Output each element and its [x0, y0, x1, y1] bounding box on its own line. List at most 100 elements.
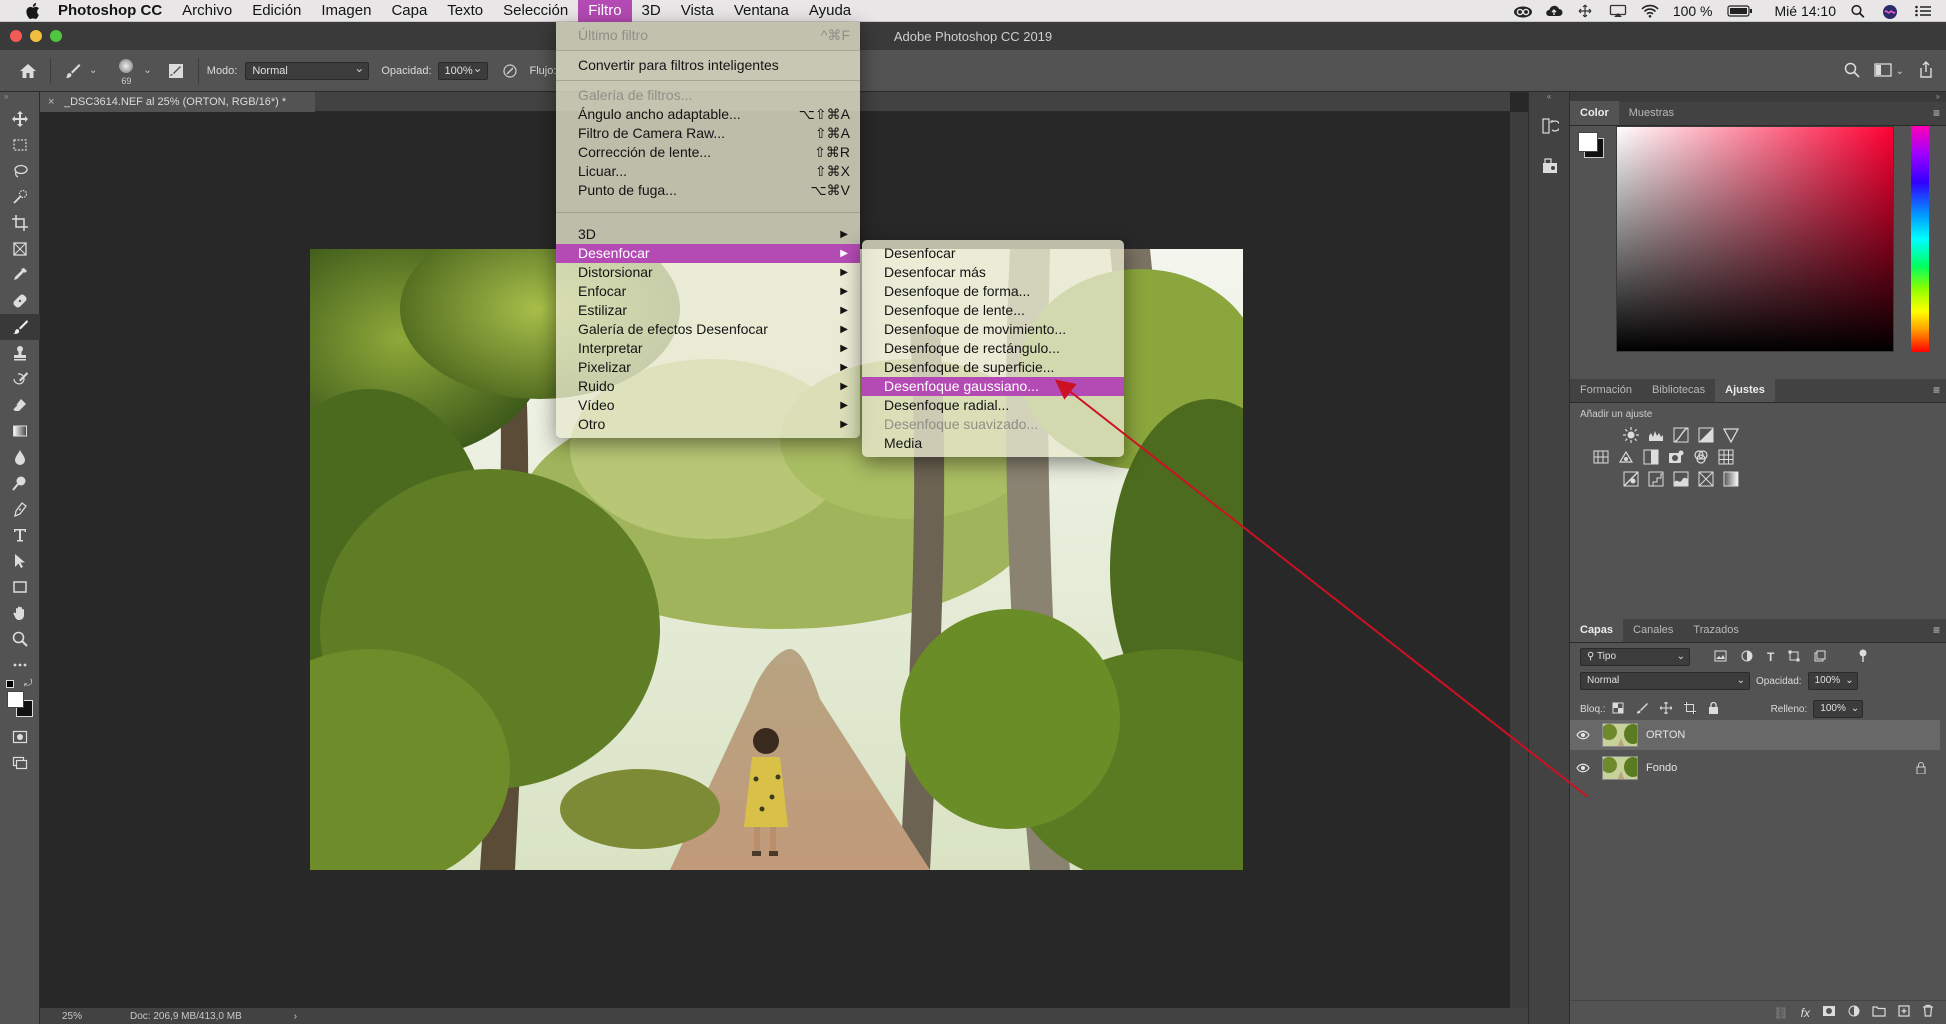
layer-row-orton[interactable]: ORTON: [1570, 720, 1940, 750]
move-arrows-icon[interactable]: [1577, 4, 1595, 18]
lock-artboard-icon[interactable]: [1683, 701, 1696, 717]
menu-item-angulo-ancho[interactable]: Ángulo ancho adaptable... ⌥⇧⌘A: [556, 105, 860, 124]
channel-mixer-icon[interactable]: [1692, 448, 1709, 465]
vibrance-icon[interactable]: [1722, 426, 1739, 443]
menu-ayuda[interactable]: Ayuda: [799, 0, 861, 22]
menu-item-licuar[interactable]: Licuar... ⇧⌘X: [556, 162, 860, 181]
battery-icon[interactable]: [1726, 4, 1753, 18]
fill-field[interactable]: 100% ⌄: [1813, 700, 1864, 718]
cloud-upload-icon[interactable]: [1545, 4, 1563, 18]
submenu-item-desenfocar-mas[interactable]: Desenfocar más: [862, 263, 1124, 282]
zoom-tool-icon[interactable]: [0, 626, 40, 652]
submenu-item-desenfoque-radial[interactable]: Desenfoque radial...: [862, 396, 1124, 415]
menu-item-desenfocar[interactable]: Desenfocar ▶: [556, 244, 860, 263]
hand-tool-icon[interactable]: [0, 600, 40, 626]
threshold-icon[interactable]: [1672, 470, 1689, 487]
history-brush-tool-icon[interactable]: [0, 366, 40, 392]
lock-position-icon[interactable]: [1659, 701, 1672, 717]
clone-stamp-tool-icon[interactable]: [0, 340, 40, 366]
submenu-item-media[interactable]: Media: [862, 434, 1124, 453]
panel-menu-icon[interactable]: ≡: [1933, 383, 1940, 397]
document-size[interactable]: Doc: 206,9 MB/413,0 MB: [130, 1011, 242, 1022]
workspace-icon[interactable]: [1873, 62, 1892, 81]
screen-mode-icon[interactable]: [0, 750, 40, 776]
black-white-icon[interactable]: [1642, 448, 1659, 465]
menu-item-ruido[interactable]: Ruido ▶: [556, 377, 860, 396]
eyedropper-tool-icon[interactable]: [0, 262, 40, 288]
color-lookup-icon[interactable]: [1717, 448, 1734, 465]
properties-panel-icon[interactable]: [1529, 146, 1571, 186]
crop-tool-icon[interactable]: [0, 210, 40, 236]
menu-ventana[interactable]: Ventana: [724, 0, 799, 22]
opacity-field[interactable]: 100%: [437, 60, 488, 80]
filter-type-icon[interactable]: T: [1767, 650, 1774, 664]
spotlight-search-icon[interactable]: [1850, 4, 1868, 18]
tab-capas[interactable]: Capas: [1570, 618, 1624, 642]
color-balance-icon[interactable]: [1617, 448, 1634, 465]
filter-adjustment-icon[interactable]: [1741, 650, 1753, 665]
exposure-icon[interactable]: [1697, 426, 1714, 443]
menu-item-otro[interactable]: Otro ▶: [556, 415, 860, 434]
menu-item-enfocar[interactable]: Enfocar ▶: [556, 282, 860, 301]
dodge-tool-icon[interactable]: [0, 470, 40, 496]
gradient-map-icon[interactable]: [1722, 470, 1739, 487]
tab-color[interactable]: Color: [1570, 101, 1619, 125]
brush-tool-icon[interactable]: [0, 314, 40, 340]
foreground-color-swatch[interactable]: [7, 691, 24, 708]
close-tab-icon[interactable]: ×: [48, 92, 54, 112]
new-adjustment-layer-icon[interactable]: [1848, 1004, 1860, 1022]
brush-settings-panel-icon[interactable]: [162, 57, 190, 85]
hue-saturation-icon[interactable]: [1592, 448, 1609, 465]
siri-icon[interactable]: [1882, 4, 1900, 19]
layer-row-fondo[interactable]: Fondo: [1570, 753, 1940, 783]
brush-tool-preset-icon[interactable]: [59, 57, 87, 85]
delete-layer-icon[interactable]: [1922, 1004, 1934, 1022]
swap-colors-icon[interactable]: ⤾: [24, 678, 32, 689]
photo-filter-icon[interactable]: [1667, 448, 1684, 465]
submenu-item-desenfoque-superficie[interactable]: Desenfoque de superficie...: [862, 358, 1124, 377]
filter-smart-object-icon[interactable]: [1814, 650, 1826, 665]
invert-icon[interactable]: [1622, 470, 1639, 487]
foreground-color-chip[interactable]: [1578, 132, 1598, 152]
menu-vista[interactable]: Vista: [671, 0, 724, 22]
menu-edicion[interactable]: Edición: [242, 0, 311, 22]
frame-tool-icon[interactable]: [0, 236, 40, 262]
more-tools-icon[interactable]: [0, 652, 40, 678]
menu-item-video[interactable]: Vídeo ▶: [556, 396, 860, 415]
marquee-tool-icon[interactable]: [0, 132, 40, 158]
link-layers-icon[interactable]: ⛓: [1773, 1006, 1788, 1020]
layer-name[interactable]: Fondo: [1646, 762, 1677, 774]
tab-canales[interactable]: Canales: [1623, 618, 1683, 642]
menu-item-pixelizar[interactable]: Pixelizar ▶: [556, 358, 860, 377]
menu-filtro[interactable]: Filtro: [578, 0, 632, 22]
hue-slider[interactable]: [1911, 126, 1929, 352]
menu-item-punto-fuga[interactable]: Punto de fuga... ⌥⌘V: [556, 181, 860, 200]
filter-shape-icon[interactable]: [1788, 650, 1800, 665]
menu-item-camera-raw[interactable]: Filtro de Camera Raw... ⇧⌘A: [556, 124, 860, 143]
chevron-down-icon[interactable]: ⌄: [1896, 66, 1904, 77]
lock-pixels-icon[interactable]: [1636, 702, 1648, 717]
chevron-down-icon[interactable]: ⌄: [143, 65, 151, 76]
zoom-level[interactable]: 25%: [62, 1011, 82, 1022]
menu-item-distorsionar[interactable]: Distorsionar ▶: [556, 263, 860, 282]
share-icon[interactable]: [1918, 60, 1934, 82]
default-colors-icon[interactable]: [6, 680, 14, 688]
panel-menu-icon[interactable]: ≡: [1933, 623, 1940, 637]
home-icon[interactable]: [14, 57, 42, 85]
mode-select[interactable]: Normal: [245, 60, 370, 80]
menu-app-name[interactable]: Photoshop CC: [46, 0, 172, 22]
chevron-down-icon[interactable]: ⌄: [89, 65, 97, 76]
healing-brush-tool-icon[interactable]: [0, 288, 40, 314]
layer-style-fx-icon[interactable]: fx: [1801, 1006, 1810, 1020]
pressure-opacity-icon[interactable]: [496, 57, 524, 85]
tab-trazados[interactable]: Trazados: [1683, 618, 1748, 642]
posterize-icon[interactable]: [1647, 470, 1664, 487]
wifi-icon[interactable]: [1641, 4, 1659, 18]
selective-color-icon[interactable]: [1697, 470, 1714, 487]
airplay-icon[interactable]: [1609, 4, 1627, 18]
lock-transparent-icon[interactable]: [1612, 702, 1624, 717]
submenu-item-desenfocar[interactable]: Desenfocar: [862, 244, 1124, 263]
visibility-eye-icon[interactable]: [1570, 763, 1596, 773]
layer-filter-select[interactable]: ⚲ Tipo ⌄: [1580, 648, 1690, 666]
close-window-button[interactable]: [10, 30, 22, 42]
